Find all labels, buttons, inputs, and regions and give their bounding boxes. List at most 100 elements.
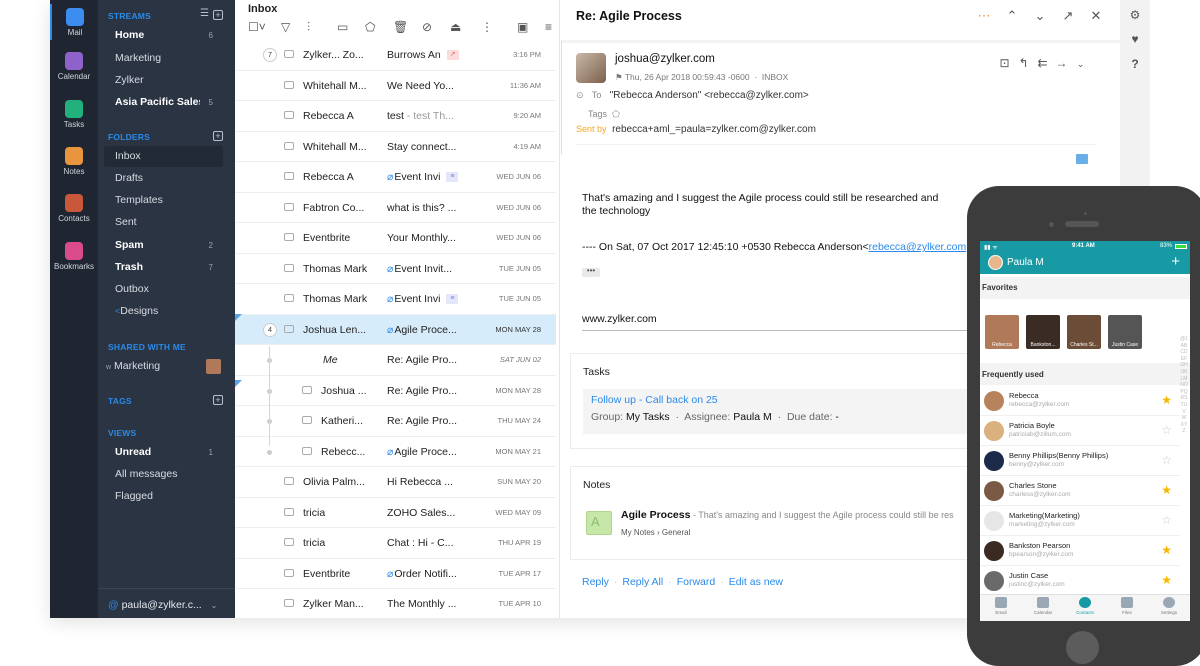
next-email-icon[interactable]: ⌄ (1026, 8, 1054, 24)
folder-drafts[interactable]: Drafts (104, 168, 223, 189)
star-filled-icon[interactable]: ★ (1161, 483, 1172, 497)
close-icon[interactable]: ✕ (1082, 8, 1110, 24)
star-outline-icon[interactable]: ☆ (1161, 423, 1172, 437)
contact-row[interactable]: Justin Case justinc@zylker.com ★ (980, 566, 1180, 596)
stream-home[interactable]: Home 6 (104, 25, 223, 46)
select-all-checkbox[interactable]: ☐˅ (248, 20, 266, 34)
help-icon[interactable]: ? (1120, 57, 1150, 71)
reply-link[interactable]: Reply (582, 576, 609, 588)
email-row[interactable]: Thomas Mark ⌀Event Invit... TUE JUN 05 (235, 254, 556, 284)
star-filled-icon[interactable]: ★ (1161, 543, 1172, 557)
favorite-contact[interactable]: Justin Case (1108, 315, 1142, 349)
email-row[interactable]: Rebecc... ⌀Agile Proce... MON MAY 21 (235, 437, 556, 467)
rail-item-notes[interactable]: Notes (50, 147, 98, 176)
folder-outbox[interactable]: Outbox (104, 279, 223, 300)
show-quoted-button[interactable]: ••• (582, 267, 600, 277)
folder-templates[interactable]: Templates (104, 190, 223, 211)
favorite-contact[interactable]: Bankston... (1026, 315, 1060, 349)
reply-icon[interactable]: ↰ (1014, 56, 1033, 70)
stream-marketing[interactable]: Marketing (104, 48, 223, 69)
contact-row[interactable]: Bankston Pearson bpearson@zylker.com ★ (980, 536, 1180, 566)
rail-item-tasks[interactable]: Tasks (50, 100, 98, 129)
folder-trash[interactable]: Trash 7 (104, 257, 223, 278)
expand-details-icon[interactable]: ⊙ (576, 90, 584, 100)
email-row[interactable]: Eventbrite Your Monthly... WED JUN 06 (235, 223, 556, 254)
view-unread[interactable]: Unread 1 (104, 442, 223, 463)
folder-sent[interactable]: Sent (104, 212, 223, 233)
email-row[interactable]: Rebecca A ⌀Event Invi ≡ WED JUN 06 (235, 162, 556, 193)
forward-link[interactable]: Forward (677, 576, 716, 588)
filter-icon[interactable]: ▽ (281, 20, 290, 34)
chat-icon[interactable]: ⋯ (970, 8, 998, 24)
email-row[interactable]: tricia Chat : Hi - C... THU APR 19 (235, 528, 556, 559)
task-item[interactable]: Follow up - Call back on 25 Group: My Ta… (583, 389, 973, 434)
star-filled-icon[interactable]: ★ (1161, 573, 1172, 587)
email-row[interactable]: Joshua ... Re: Agile Pro... MON MAY 28 (235, 376, 556, 406)
rail-item-calendar[interactable]: Calendar (50, 52, 98, 81)
sender-address[interactable]: joshua@zylker.com (615, 53, 715, 65)
tab-contacts[interactable]: Contacts (1064, 597, 1106, 615)
email-row[interactable]: Olivia Palm... Hi Rebecca ... SUN MAY 20 (235, 467, 556, 498)
mark-icon[interactable]: ⊡ (995, 56, 1014, 70)
star-outline-icon[interactable]: ☆ (1161, 513, 1172, 527)
contact-row[interactable]: Benny Phillips(Benny Phillips) benny@zyl… (980, 446, 1180, 476)
stream-zylker[interactable]: Zylker (104, 70, 223, 91)
tab-email[interactable]: Email (980, 597, 1022, 615)
email-row[interactable]: Katheri... Re: Agile Pro... THU MAY 24 (235, 406, 556, 437)
shared-marketing[interactable]: w Marketing (104, 356, 223, 377)
phone-home-button[interactable] (1066, 631, 1099, 664)
email-row[interactable]: Eventbrite ⌀Order Notifi... TUE APR 17 (235, 559, 556, 589)
user-avatar[interactable] (988, 255, 1003, 270)
flag-icon[interactable]: ⚑ (615, 72, 623, 82)
conversation-view-icon[interactable]: ▣ (517, 20, 528, 34)
email-row[interactable]: Me Re: Agile Pro... SAT JUN 02 (235, 345, 556, 376)
view-all-messages[interactable]: All messages (104, 464, 223, 485)
alphabet-index[interactable]: @1ABCDEFGHIJKLMNOPQRSTUVWXYZ (1180, 336, 1188, 435)
email-row[interactable]: Fabtron Co... what is this? ... WED JUN 06 (235, 193, 556, 223)
more-icon[interactable]: ⋮ (481, 20, 493, 34)
quoted-email-link[interactable]: rebecca@zylker.com (869, 241, 967, 253)
add-contact-icon[interactable]: + (1171, 253, 1180, 270)
view-flagged[interactable]: Flagged (104, 486, 223, 507)
edit-as-new-link[interactable]: Edit as new (729, 576, 783, 588)
contact-row[interactable]: Rebecca rebecca@zylker.com ★ (980, 386, 1180, 416)
previous-email-icon[interactable]: ⌃ (998, 8, 1026, 24)
tab-settings[interactable]: Settings (1148, 597, 1190, 615)
star-filled-icon[interactable]: ★ (1161, 393, 1172, 407)
email-row[interactable]: Whitehall M... We Need Yo... 11:36 AM (235, 71, 556, 101)
email-row[interactable]: 4 Joshua Len... ⌀Agile Proce... MON MAY 28 (235, 314, 556, 345)
add-folder-button[interactable]: + (213, 131, 223, 141)
add-stream-button[interactable]: + (213, 10, 223, 20)
rail-item-bookmarks[interactable]: Bookmarks (50, 242, 98, 271)
email-row[interactable]: Thomas Mark ⌀Event Invi ≡ TUE JUN 05 (235, 284, 556, 315)
layout-menu-icon[interactable]: ≡ (545, 20, 552, 34)
note-item[interactable]: Agile Process - That's amazing and I sug… (621, 509, 954, 521)
email-row[interactable]: 7 Zylker... Zo... Burrows An ↗ 3:16 PM (235, 40, 556, 71)
spam-icon[interactable]: ⊘ (422, 20, 432, 34)
email-row[interactable]: tricia ZOHO Sales... WED MAY 09 (235, 498, 556, 528)
email-row[interactable]: Whitehall M... Stay connect... 4:19 AM (235, 132, 556, 162)
star-outline-icon[interactable]: ☆ (1161, 453, 1172, 467)
favorite-contact[interactable]: Rebecca (985, 315, 1019, 349)
reading-mode-icon[interactable] (1076, 154, 1088, 164)
favorite-contact[interactable]: Charles St... (1067, 315, 1101, 349)
stream-settings-icon[interactable]: ☰ (200, 8, 209, 19)
contact-row[interactable]: Charles Stone charless@zylker.com ★ (980, 476, 1180, 506)
rail-item-mail[interactable]: Mail (50, 4, 98, 40)
reply-all-link[interactable]: Reply All (622, 576, 663, 588)
email-row[interactable]: Rebecca Atest - test Th... 9:20 AM (235, 101, 556, 132)
pop-out-icon[interactable]: ↗ (1054, 8, 1082, 24)
tag-icon[interactable]: ⬠ (612, 109, 620, 119)
tab-calendar[interactable]: Calendar (1022, 597, 1064, 615)
move-folder-icon[interactable]: ▭ (337, 20, 348, 34)
task-title[interactable]: Follow up - Call back on 25 (591, 394, 718, 406)
account-switcher[interactable]: @ paula@zylker.c... ⌄ (98, 588, 235, 618)
attachment-filter-icon[interactable]: ⫶ (307, 20, 310, 35)
delete-icon[interactable]: 🗑 (393, 20, 408, 34)
forward-icon[interactable]: → (1052, 56, 1071, 70)
integrations-icon[interactable]: ♥ (1120, 32, 1150, 46)
contact-row[interactable]: Marketing(Marketing) marketing@zylker.co… (980, 506, 1180, 536)
rail-item-contacts[interactable]: Contacts (50, 194, 98, 223)
tag-icon[interactable]: ⬠ (365, 20, 375, 34)
settings-icon[interactable]: ⚙ (1120, 8, 1150, 22)
